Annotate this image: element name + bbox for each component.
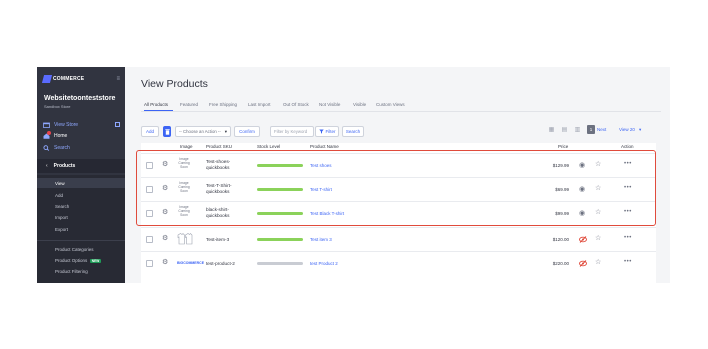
submenu-item-view[interactable]: View <box>55 181 65 186</box>
store-icon <box>43 122 50 128</box>
header-image: Image <box>180 144 193 149</box>
stock-level-bar <box>257 238 303 241</box>
eye-slash-icon[interactable] <box>579 260 587 269</box>
tab-last-import[interactable]: Last Import <box>248 102 271 107</box>
brand-logo[interactable]: COMMERCE <box>41 74 85 84</box>
star-icon[interactable]: ☆ <box>595 259 601 266</box>
header-action: Action <box>621 144 634 149</box>
toolbar: Add -- Choose an Action -- ▾ Confirm Fil… <box>141 124 656 138</box>
submenu-item-product-filtering[interactable]: Product Filtering <box>55 269 88 274</box>
grid-view-icon[interactable]: ▦ <box>548 127 555 133</box>
submenu-item-product-categories[interactable]: Product Categories <box>55 247 94 252</box>
tab-free-shipping[interactable]: Free Shipping <box>209 102 237 107</box>
trash-icon <box>164 128 170 135</box>
table-row[interactable]: ⚙ Test-item-3 Test item 3 $120.00 ☆ ••• <box>141 227 656 251</box>
submenu-divider <box>37 240 125 241</box>
header-product-name[interactable]: Product Name <box>310 144 339 149</box>
next-page-link[interactable]: Next <box>597 127 606 132</box>
gear-icon[interactable]: ⚙ <box>162 259 168 267</box>
products-submenu <box>37 175 125 283</box>
sidebar-section-products[interactable]: ‹ Products <box>37 159 125 173</box>
submenu-item-search[interactable]: Search <box>55 204 69 209</box>
section-label: Products <box>53 163 76 169</box>
search-label: Search <box>54 145 70 151</box>
filter-button[interactable]: Filter <box>315 126 339 137</box>
submenu-item-add[interactable]: Add <box>55 193 63 198</box>
confirm-button[interactable]: Confirm <box>234 126 260 137</box>
table-view-icon[interactable]: ▥ <box>574 127 581 133</box>
submenu-item-import[interactable]: Import <box>55 215 68 220</box>
bigcommerce-logo-thumbnail: BIGCOMMERCE <box>177 261 205 265</box>
external-link-icon[interactable] <box>115 122 120 127</box>
search-button[interactable]: Search <box>342 126 364 137</box>
row-checkbox[interactable] <box>146 260 153 267</box>
stock-level-bar <box>257 262 303 265</box>
tab-visible[interactable]: Visible <box>353 102 366 107</box>
table-row[interactable]: ⚙ BIGCOMMERCE test-product-2 test Produc… <box>141 251 656 275</box>
page-title: View Products <box>141 78 208 90</box>
tab-out-of-stock[interactable]: Out Of Stock <box>283 102 309 107</box>
product-options-label: Product Options <box>55 258 88 263</box>
header-stock-level[interactable]: Stock Level <box>257 144 280 149</box>
tab-custom-views[interactable]: Custom Views <box>376 102 405 107</box>
brand-mark-icon <box>41 75 53 83</box>
submenu-item-product-options[interactable]: Product Options NEW <box>55 258 101 263</box>
product-sku: Test-item-3 <box>206 237 230 242</box>
header-product-sku[interactable]: Product SKU <box>206 144 232 149</box>
chevron-down-icon: ▾ <box>224 129 227 134</box>
store-name: Websitetoonteststore <box>44 95 116 102</box>
more-actions-icon[interactable]: ••• <box>624 259 632 265</box>
action-select[interactable]: -- Choose an Action -- ▾ <box>175 126 231 137</box>
current-page[interactable]: 1 <box>587 125 595 134</box>
add-button[interactable]: Add <box>141 126 159 137</box>
product-sku: test-product-2 <box>206 261 235 266</box>
tab-featured[interactable]: Featured <box>180 102 198 107</box>
brand-text: COMMERCE <box>53 76 85 82</box>
submenu-item-export[interactable]: Export <box>55 227 68 232</box>
active-tab-indicator <box>144 110 173 111</box>
star-icon[interactable]: ☆ <box>595 235 601 242</box>
header-price[interactable]: Price <box>558 144 568 149</box>
tabs-divider <box>141 111 661 112</box>
product-price[interactable]: $120.00 <box>539 237 569 242</box>
product-name-link[interactable]: test Product 2 <box>310 261 338 266</box>
menu-collapse-icon[interactable]: ≡ <box>116 76 120 82</box>
row-checkbox[interactable] <box>146 236 153 243</box>
new-badge: NEW <box>90 258 101 263</box>
home-label: Home <box>54 133 68 139</box>
view-store-link[interactable]: View Store <box>43 121 78 129</box>
notification-badge <box>47 131 51 135</box>
filter-keyword-input[interactable]: Filter by Keyword <box>270 126 314 137</box>
chevron-left-icon: ‹ <box>46 163 48 169</box>
search-icon <box>43 145 50 151</box>
sidebar: COMMERCE ≡ Websitetoonteststore Sandbox … <box>37 67 125 283</box>
delete-button[interactable] <box>163 126 171 137</box>
chevron-down-icon[interactable]: ▾ <box>639 127 641 133</box>
tab-not-visible[interactable]: Not Visible <box>319 102 340 107</box>
product-price[interactable]: $220.00 <box>539 261 569 266</box>
list-view-icon[interactable]: ▤ <box>561 127 568 133</box>
tab-all-products[interactable]: All Products <box>144 102 168 107</box>
submenu-active-highlight <box>37 178 125 188</box>
action-select-value: -- Choose an Action -- <box>179 129 221 134</box>
tshirt-thumbnail <box>177 233 193 245</box>
eye-slash-icon[interactable] <box>579 236 587 245</box>
more-actions-icon[interactable]: ••• <box>624 235 632 241</box>
page-size-select[interactable]: View 20 <box>619 127 635 132</box>
store-subtitle: Sandbox Store <box>44 104 71 109</box>
product-name-link[interactable]: Test item 3 <box>310 237 332 242</box>
filter-label: Filter <box>325 129 336 134</box>
highlight-box <box>136 150 656 226</box>
sidebar-item-search[interactable]: Search <box>43 144 70 152</box>
gear-icon[interactable]: ⚙ <box>162 235 168 243</box>
filter-icon <box>318 129 324 134</box>
view-store-label: View Store <box>54 122 79 128</box>
